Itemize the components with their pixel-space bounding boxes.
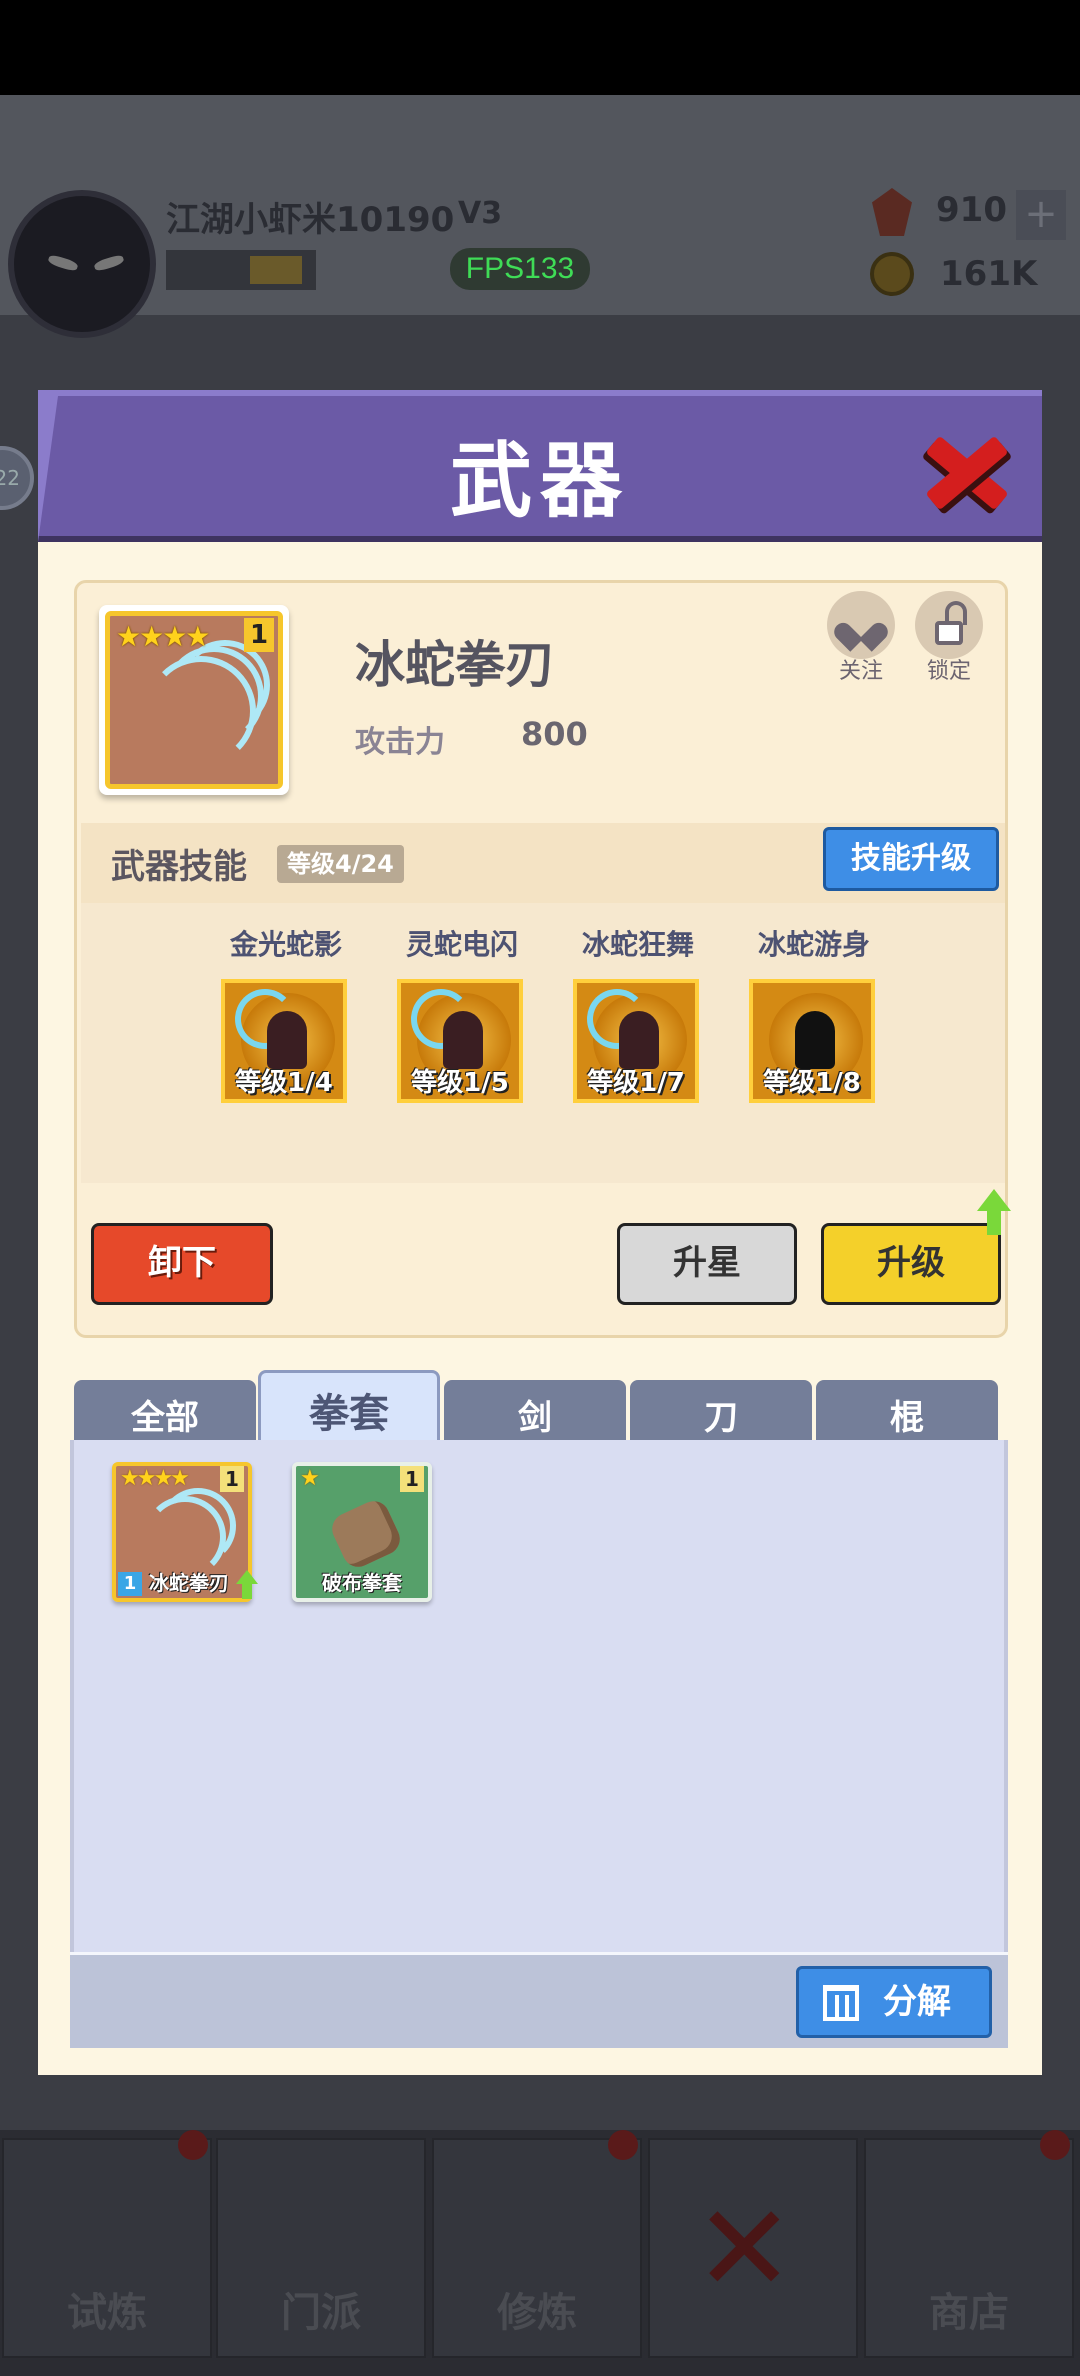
- modal-title: 武器: [449, 434, 630, 529]
- skill-item[interactable]: 冰蛇狂舞 等级1/7: [573, 923, 703, 1103]
- skill-level: 等级1/8: [763, 1068, 861, 1098]
- upgrade-available-icon: [977, 1189, 1011, 1239]
- close-button[interactable]: [922, 426, 1012, 516]
- status-bar: [0, 0, 1080, 95]
- nav-trial[interactable]: 试炼: [2, 2130, 212, 2358]
- skill-item[interactable]: 灵蛇电闪 等级1/5: [397, 923, 527, 1103]
- star-rating: ★: [300, 1466, 320, 1491]
- notification-dot: [1040, 2130, 1070, 2160]
- skill-icon: 等级1/5: [397, 979, 523, 1103]
- nav-label: 试炼: [67, 2290, 147, 2336]
- decompose-label: 分解: [883, 1982, 951, 2022]
- star-rating: ★★★★: [116, 620, 210, 653]
- gem-count: 910: [936, 190, 1007, 230]
- follow-label: 关注: [838, 659, 883, 684]
- tab-gauntlets[interactable]: 拳套: [258, 1370, 440, 1450]
- add-gems-button[interactable]: +: [1016, 190, 1066, 240]
- side-level-badge[interactable]: 22: [0, 446, 34, 510]
- attack-value: 800: [521, 715, 588, 753]
- trash-icon: [823, 1985, 859, 2021]
- weapon-icon: ★★★★ 1: [99, 605, 289, 795]
- skill-upgrade-button[interactable]: 技能升级: [823, 827, 999, 891]
- nav-label: 门派: [281, 2290, 361, 2336]
- skill-name: 灵蛇电闪: [405, 928, 518, 961]
- weapon-modal: 武器 ★★★★ 1 冰蛇拳刃 攻击力 800 关注 锁定 武器技能 等级4/24…: [38, 390, 1042, 2075]
- item-name: 破布拳套: [322, 1571, 402, 1595]
- upgrade-button[interactable]: 升级: [821, 1223, 1001, 1305]
- skill-item[interactable]: 金光蛇影 等级1/4: [221, 923, 351, 1103]
- vip-badge: V3: [458, 196, 503, 231]
- item-name: 冰蛇拳刃: [149, 1571, 229, 1595]
- glove-icon: [326, 1495, 406, 1573]
- nav-shop[interactable]: 商店: [864, 2130, 1074, 2358]
- notification-dot: [608, 2130, 638, 2160]
- skill-icon: 等级1/4: [221, 979, 347, 1103]
- nav-sect[interactable]: 门派: [216, 2138, 426, 2358]
- skills-list: 金光蛇影 等级1/4 灵蛇电闪 等级1/5 冰蛇狂舞 等级1/7 冰蛇游身 等级…: [81, 903, 1005, 1183]
- skill-level-badge: 等级4/24: [277, 845, 404, 883]
- skill-name: 冰蛇游身: [757, 928, 870, 961]
- unequip-button[interactable]: 卸下: [91, 1223, 273, 1305]
- skill-level: 等级1/7: [587, 1068, 685, 1098]
- attack-label: 攻击力: [355, 725, 445, 760]
- upgrade-arrow-icon: [236, 1570, 258, 1600]
- star-up-button[interactable]: 升星: [617, 1223, 797, 1305]
- quantity-badge: 1: [220, 1466, 244, 1492]
- coin-count: 161K: [940, 254, 1038, 294]
- skill-name: 金光蛇影: [229, 928, 342, 961]
- nav-label: 商店: [929, 2290, 1009, 2336]
- crossed-swords-icon: ✕: [694, 2180, 795, 2319]
- weapon-name: 冰蛇拳刃: [355, 636, 555, 694]
- skill-icon: 等级1/7: [573, 979, 699, 1103]
- fps-counter: FPS133: [450, 248, 590, 290]
- quantity-badge: 1: [400, 1466, 424, 1492]
- decompose-button[interactable]: 分解: [796, 1966, 992, 2038]
- skill-name: 冰蛇狂舞: [581, 928, 694, 961]
- quantity-badge: 1: [244, 618, 274, 652]
- level-bar: [166, 250, 316, 290]
- weapon-detail-card: ★★★★ 1 冰蛇拳刃 攻击力 800 关注 锁定 武器技能 等级4/24 技能…: [74, 580, 1008, 1338]
- skill-section-title: 武器技能: [111, 847, 247, 887]
- skill-level: 等级1/5: [411, 1068, 509, 1098]
- skill-icon: 等级1/8: [749, 979, 875, 1103]
- inventory-item[interactable]: ★ 1 破布拳套: [292, 1462, 432, 1602]
- lock-label: 锁定: [926, 659, 971, 684]
- nav-label: 修炼: [497, 2290, 577, 2336]
- nav-cultivation[interactable]: 修炼: [432, 2130, 642, 2358]
- skill-header: 武器技能 等级4/24 技能升级: [81, 823, 1005, 903]
- player-avatar[interactable]: [8, 190, 156, 338]
- inventory-item[interactable]: ★★★★ 1 1 冰蛇拳刃: [112, 1462, 252, 1602]
- player-name: 江湖小虾米10190: [166, 200, 455, 240]
- skill-item[interactable]: 冰蛇游身 等级1/8: [749, 923, 879, 1103]
- coin-icon: [870, 252, 914, 296]
- skill-level: 等级1/4: [235, 1068, 333, 1098]
- inventory-grid: ★★★★ 1 1 冰蛇拳刃 ★ 1 破布拳套: [70, 1440, 1008, 1958]
- modal-header: 武器: [38, 390, 1042, 542]
- notification-dot: [178, 2130, 208, 2160]
- nav-equipment[interactable]: ✕: [648, 2138, 858, 2358]
- heart-icon: [845, 611, 877, 639]
- star-rating: ★★★★: [120, 1466, 190, 1491]
